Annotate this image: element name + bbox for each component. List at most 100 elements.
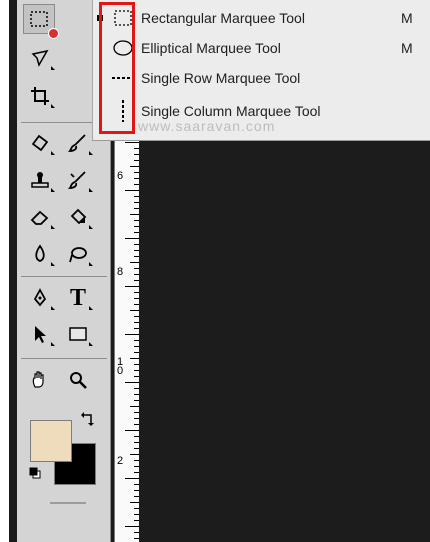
ruler-tick — [134, 208, 139, 209]
ruler-tick — [134, 244, 139, 245]
ruler-tick — [134, 328, 139, 329]
ruler-tick — [130, 166, 139, 167]
ruler-tick — [134, 274, 139, 275]
ruler-tick — [134, 340, 139, 341]
shortcut-key: M — [401, 40, 413, 56]
ruler-tick — [134, 178, 139, 179]
eraser-tool[interactable] — [25, 203, 55, 231]
ruler-tick — [134, 400, 139, 401]
ruler-tick — [134, 196, 139, 197]
ruler-tick — [134, 160, 139, 161]
lasso-tool[interactable] — [25, 44, 55, 72]
rectangular-marquee-icon — [30, 11, 48, 27]
menu-item-elliptical-marquee[interactable]: Elliptical Marquee Tool M — [93, 33, 430, 63]
ruler-tick — [125, 142, 139, 143]
ruler-tick — [134, 202, 139, 203]
crop-icon — [31, 87, 49, 105]
dodge-icon — [69, 247, 87, 263]
menu-item-label: Rectangular Marquee Tool — [141, 10, 305, 26]
ruler-tick — [134, 148, 139, 149]
ruler-tick — [134, 520, 139, 521]
ruler-tick — [130, 214, 139, 215]
ruler-tick — [134, 484, 139, 485]
paint-bucket-tool[interactable] — [63, 203, 93, 231]
ruler-tick — [134, 412, 139, 413]
ruler-tick — [134, 442, 139, 443]
swap-colors-icon[interactable] — [80, 411, 96, 427]
ruler-tick — [134, 472, 139, 473]
ruler-tick — [134, 364, 139, 365]
ruler-tick — [134, 514, 139, 515]
ruler-tick — [134, 256, 139, 257]
ruler-tick — [130, 454, 139, 455]
brush-tool[interactable] — [63, 129, 93, 157]
blur-tool[interactable] — [25, 240, 55, 268]
menu-item-rectangular-marquee[interactable]: Rectangular Marquee Tool M — [93, 3, 430, 33]
ruler-tick — [134, 268, 139, 269]
ruler-tick — [130, 502, 139, 503]
ruler-tick — [134, 250, 139, 251]
clone-stamp-icon — [31, 172, 49, 188]
ruler-tick — [134, 388, 139, 389]
ruler-tick — [125, 238, 139, 239]
ruler-label-2: 2 — [117, 455, 124, 467]
brush-icon — [67, 134, 86, 152]
menu-item-label: Elliptical Marquee Tool — [141, 40, 281, 56]
rectangle-shape-tool[interactable] — [63, 320, 93, 348]
shortcut-key: M — [401, 10, 413, 26]
ruler-tick — [134, 460, 139, 461]
vertical-ruler: 6 8 10 2 — [114, 140, 139, 542]
default-colors-icon[interactable] — [29, 467, 41, 479]
ruler-tick — [134, 316, 139, 317]
clone-stamp-tool[interactable] — [25, 166, 55, 194]
path-selection-tool[interactable] — [25, 320, 55, 348]
ruler-tick — [134, 298, 139, 299]
ruler-tick — [134, 304, 139, 305]
ruler-tick — [134, 232, 139, 233]
ruler-tick — [130, 310, 139, 311]
ruler-tick — [134, 220, 139, 221]
ruler-tick — [134, 466, 139, 467]
ruler-tick — [125, 286, 139, 287]
ruler-tick — [134, 376, 139, 377]
dodge-tool[interactable] — [63, 240, 93, 268]
zoom-tool[interactable] — [63, 366, 93, 394]
menu-item-label: Single Row Marquee Tool — [141, 70, 301, 86]
document-canvas[interactable] — [138, 140, 430, 542]
hand-tool[interactable] — [25, 366, 55, 394]
ruler-tick — [130, 262, 139, 263]
crop-tool[interactable] — [25, 82, 55, 110]
ruler-tick — [134, 172, 139, 173]
history-brush-tool[interactable] — [63, 166, 93, 194]
ruler-tick — [130, 358, 139, 359]
ruler-tick — [134, 280, 139, 281]
ruler-tick — [125, 526, 139, 527]
foreground-color-swatch[interactable] — [30, 420, 72, 462]
ruler-tick — [134, 292, 139, 293]
ruler-tick — [134, 490, 139, 491]
type-icon: T — [69, 284, 86, 311]
pen-icon — [33, 288, 47, 307]
menu-item-single-row-marquee[interactable]: Single Row Marquee Tool — [93, 63, 430, 93]
ruler-tick — [134, 538, 139, 539]
hand-icon — [32, 371, 44, 388]
ruler-tick — [134, 418, 139, 419]
paint-bucket-icon — [70, 208, 87, 225]
ruler-tick — [134, 322, 139, 323]
ruler-tick — [130, 406, 139, 407]
blur-icon — [35, 244, 45, 262]
eraser-icon — [30, 210, 49, 225]
ruler-tick — [125, 478, 139, 479]
ruler-tick — [134, 394, 139, 395]
ruler-tick — [134, 436, 139, 437]
pen-tool[interactable] — [25, 284, 55, 312]
lasso-icon — [31, 49, 49, 67]
ruler-tick — [134, 352, 139, 353]
path-selection-icon — [35, 326, 46, 343]
ruler-tick — [134, 184, 139, 185]
healing-brush-tool[interactable] — [25, 129, 55, 157]
type-tool[interactable]: T — [63, 284, 93, 312]
ruler-tick — [134, 496, 139, 497]
rectangular-marquee-tool[interactable] — [23, 4, 59, 39]
red-highlight-box — [99, 2, 135, 134]
